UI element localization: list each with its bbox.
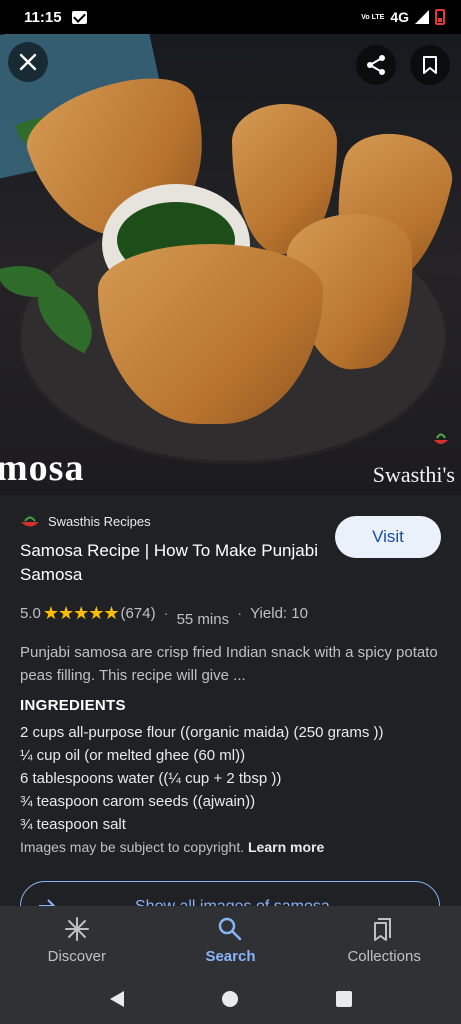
share-button[interactable] — [356, 45, 396, 85]
ingredient-item: ¾ teaspoon carom seeds ((ajwain)) — [20, 793, 256, 810]
rating-count: (674) — [120, 605, 156, 622]
ingredient-item: 2 cups all-purpose flour ((organic maida… — [20, 724, 384, 741]
gmail-notification-icon — [71, 10, 87, 24]
source-row[interactable]: Swasthis Recipes — [20, 513, 151, 529]
volte-indicator: Vo LTE — [361, 13, 385, 21]
close-icon — [19, 53, 37, 71]
copyright-notice: Images may be subject to copyright. Lear… — [20, 839, 324, 855]
learn-more-link[interactable]: Learn more — [248, 839, 324, 855]
collections-icon — [374, 917, 392, 941]
result-title[interactable]: Samosa Recipe | How To Make Punjabi Samo… — [20, 539, 320, 587]
discover-icon — [64, 916, 89, 941]
source-logo-icon — [21, 516, 39, 527]
separator-dot: · — [237, 605, 243, 622]
status-time: 11:15 — [24, 8, 62, 26]
image-watermark: Swasthi's — [372, 462, 455, 487]
search-icon — [219, 917, 242, 940]
status-bar: 11:15 Vo LTE 4G — [0, 0, 461, 34]
rating-value: 5.0 — [20, 605, 41, 622]
signal-icon — [415, 10, 429, 24]
source-name: Swasthis Recipes — [48, 513, 151, 529]
home-icon[interactable] — [221, 990, 239, 1008]
nav-collections-label: Collections — [347, 947, 421, 965]
battery-icon — [435, 9, 445, 25]
separator-dot: · — [163, 605, 169, 622]
bookmark-button[interactable] — [410, 45, 450, 85]
recipe-meta: 5.0 ★★★★★ (674) · 55 mins · Yield: 10 — [20, 603, 308, 628]
ingredients-heading: INGREDIENTS — [20, 697, 126, 714]
ingredient-item: 6 tablespoons water ((¼ cup + 2 tbsp )) — [20, 770, 282, 787]
nav-discover[interactable]: Discover — [17, 916, 137, 965]
recipe-yield: Yield: 10 — [250, 605, 308, 622]
back-icon[interactable] — [108, 989, 126, 1009]
bookmark-icon — [423, 56, 437, 74]
image-overlay-text: mosa — [0, 447, 85, 489]
watermark-logo-icon — [434, 433, 448, 444]
nav-collections[interactable]: Collections — [324, 916, 444, 965]
copyright-text: Images may be subject to copyright. — [20, 839, 245, 855]
nav-search-label: Search — [205, 947, 256, 965]
recents-icon[interactable] — [335, 990, 353, 1008]
visit-button[interactable]: Visit — [335, 516, 441, 558]
ingredient-item: ¼ cup oil (or melted ghee (60 ml)) — [20, 747, 246, 764]
recipe-image[interactable]: mosa Swasthi's — [0, 34, 461, 495]
close-button[interactable] — [8, 42, 48, 82]
nav-discover-label: Discover — [47, 947, 106, 965]
rating-stars: ★★★★★ — [42, 603, 120, 623]
ingredients-list: 2 cups all-purpose flour ((organic maida… — [20, 721, 383, 836]
network-type: 4G — [390, 9, 409, 25]
ingredient-item: ¾ teaspoon salt — [20, 816, 126, 833]
recipe-description: Punjabi samosa are crisp fried Indian sn… — [20, 644, 438, 684]
bottom-navigation: Discover Search Collections — [0, 906, 461, 974]
share-icon — [367, 55, 385, 75]
cook-time: 55 mins — [176, 611, 230, 628]
system-navigation-bar — [0, 974, 461, 1024]
nav-search[interactable]: Search — [170, 916, 290, 965]
